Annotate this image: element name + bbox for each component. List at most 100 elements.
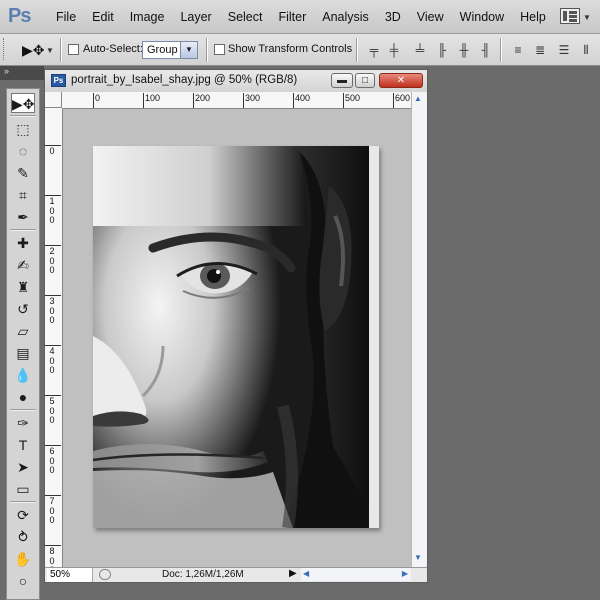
- menu-bar: Ps File Edit Image Layer Select Filter A…: [0, 0, 600, 34]
- pen-tool-icon[interactable]: ✑: [11, 413, 35, 433]
- hand-tool-icon[interactable]: ✋: [11, 549, 35, 569]
- eraser-tool-icon[interactable]: ▱: [11, 321, 35, 341]
- align-top-edges-icon[interactable]: ╤: [366, 43, 382, 57]
- menu-layer[interactable]: Layer: [172, 10, 219, 26]
- status-clock-icon[interactable]: [99, 569, 111, 580]
- distribute-left-edges-icon[interactable]: ⫴: [578, 43, 594, 57]
- tool-separator: [10, 229, 36, 231]
- vertical-scrollbar[interactable]: ▲ ▼: [411, 92, 427, 567]
- lasso-tool-icon[interactable]: ◌: [11, 141, 35, 161]
- canvas-area[interactable]: [63, 109, 411, 567]
- align-right-edges-icon[interactable]: ╢: [478, 43, 494, 57]
- ruler-h-label: 300: [245, 93, 261, 103]
- eyedropper-tool-icon[interactable]: ✒: [11, 207, 35, 227]
- type-tool-icon[interactable]: T: [11, 435, 35, 455]
- menu-select[interactable]: Select: [220, 10, 271, 26]
- move-tool-icon[interactable]: ▶✥: [11, 93, 35, 113]
- ruler-tick: [93, 93, 94, 108]
- ruler-h-label: 600: [395, 93, 411, 103]
- workspace-layout-icon[interactable]: [560, 8, 580, 24]
- status-menu-arrow-icon[interactable]: ▶: [289, 568, 297, 579]
- rectangle-tool-icon[interactable]: ▭: [11, 479, 35, 499]
- workspace-background: [432, 66, 600, 600]
- zoom-tool-icon[interactable]: ○: [11, 571, 35, 591]
- gradient-tool-icon[interactable]: ▤: [11, 343, 35, 363]
- menu-3d[interactable]: 3D: [377, 10, 409, 26]
- scroll-down-icon[interactable]: ▼: [414, 553, 422, 562]
- ruler-v-label: 3 0 0: [49, 296, 55, 325]
- quick-selection-tool-icon[interactable]: ✎: [11, 163, 35, 183]
- options-separator: [60, 38, 62, 62]
- clone-stamp-tool-icon[interactable]: ♜: [11, 277, 35, 297]
- options-separator: [206, 38, 208, 62]
- collapse-panel-icon[interactable]: »: [4, 66, 9, 76]
- scroll-right-icon[interactable]: ▶: [402, 569, 408, 578]
- ruler-v-label: 5 0 0: [49, 396, 55, 425]
- ruler-tick: [343, 93, 344, 108]
- move-tool-preset-icon[interactable]: ▶✥: [22, 42, 45, 59]
- auto-select-checkbox[interactable]: [68, 44, 79, 55]
- align-bottom-edges-icon[interactable]: ╧: [412, 43, 428, 57]
- auto-select-label: Auto-Select:: [83, 43, 143, 55]
- ruler-v-label: 8 0 0: [49, 546, 55, 567]
- portrait-image[interactable]: [93, 146, 379, 528]
- portrait-photo-graphic: [93, 146, 379, 528]
- distribute-vertical-centers-icon[interactable]: ≣: [532, 43, 548, 57]
- history-brush-tool-icon[interactable]: ↺: [11, 299, 35, 319]
- path-selection-tool-icon[interactable]: ➤: [11, 457, 35, 477]
- marquee-tool-icon[interactable]: ⬚: [11, 119, 35, 139]
- options-separator: [500, 38, 502, 62]
- ruler-v-label: 6 0 0: [49, 446, 55, 475]
- options-separator: [356, 38, 358, 62]
- document-title: portrait_by_Isabel_shay.jpg @ 50% (RGB/8…: [71, 74, 298, 86]
- dodge-tool-icon[interactable]: ●: [11, 387, 35, 407]
- show-transform-controls-checkbox[interactable]: [214, 44, 225, 55]
- blur-tool-icon[interactable]: 💧: [11, 365, 35, 385]
- ruler-origin[interactable]: [45, 92, 62, 108]
- photoshop-doc-icon: Ps: [51, 74, 66, 87]
- menu-view[interactable]: View: [409, 10, 452, 26]
- align-left-edges-icon[interactable]: ╟: [434, 43, 450, 57]
- align-vertical-centers-icon[interactable]: ╪: [386, 43, 402, 57]
- distribute-bottom-edges-icon[interactable]: ☰: [556, 43, 572, 57]
- tool-separator: [10, 115, 36, 117]
- ruler-tick: [143, 93, 144, 108]
- brush-tool-icon[interactable]: ✍: [11, 255, 35, 275]
- ruler-tick: [193, 93, 194, 108]
- document-size-info: Doc: 1,26M/1,26M: [162, 569, 244, 580]
- vertical-ruler[interactable]: 0 1 0 0 2 0 0 3 0 0 4 0 0 5 0 0 6 0 0 7 …: [45, 108, 63, 567]
- menu-image[interactable]: Image: [122, 10, 173, 26]
- crop-tool-icon[interactable]: ⌗: [11, 185, 35, 205]
- workspace-dropdown-icon[interactable]: ▼: [583, 13, 591, 22]
- zoom-level-field[interactable]: 50%: [47, 568, 93, 582]
- horizontal-ruler[interactable]: 0 100 200 300 400 500 600: [62, 92, 411, 109]
- ruler-h-label: 400: [295, 93, 311, 103]
- 3d-rotate-tool-icon[interactable]: ⟳: [11, 505, 35, 525]
- tool-preset-dropdown-icon[interactable]: ▼: [46, 46, 54, 55]
- menu-filter[interactable]: Filter: [270, 10, 314, 26]
- horizontal-scrollbar[interactable]: ◀ ▶: [301, 568, 411, 581]
- menu-help[interactable]: Help: [512, 10, 554, 26]
- ruler-v-label: 7 0 0: [49, 496, 55, 525]
- tool-separator: [10, 409, 36, 411]
- minimize-button[interactable]: ▬: [331, 73, 353, 88]
- ruler-h-label: 500: [345, 93, 361, 103]
- distribute-top-edges-icon[interactable]: ≡: [510, 43, 526, 57]
- healing-brush-tool-icon[interactable]: ✚: [11, 233, 35, 253]
- chevron-down-icon: ▼: [180, 42, 197, 58]
- menu-file[interactable]: File: [48, 10, 84, 26]
- auto-select-dropdown[interactable]: Group ▼: [142, 41, 198, 59]
- 3d-orbit-tool-icon[interactable]: ⥁: [11, 527, 35, 547]
- ruler-v-label: 4 0 0: [49, 346, 55, 375]
- options-grip[interactable]: [3, 38, 7, 60]
- maximize-button[interactable]: □: [355, 73, 375, 88]
- menu-analysis[interactable]: Analysis: [314, 10, 377, 26]
- document-title-bar[interactable]: Ps portrait_by_Isabel_shay.jpg @ 50% (RG…: [45, 70, 427, 92]
- menu-window[interactable]: Window: [452, 10, 512, 26]
- align-horizontal-centers-icon[interactable]: ╫: [456, 43, 472, 57]
- toolbox-header[interactable]: »: [0, 66, 44, 80]
- close-button[interactable]: ✕: [379, 73, 423, 88]
- menu-edit[interactable]: Edit: [84, 10, 122, 26]
- scroll-up-icon[interactable]: ▲: [414, 94, 422, 103]
- scroll-left-icon[interactable]: ◀: [303, 569, 309, 578]
